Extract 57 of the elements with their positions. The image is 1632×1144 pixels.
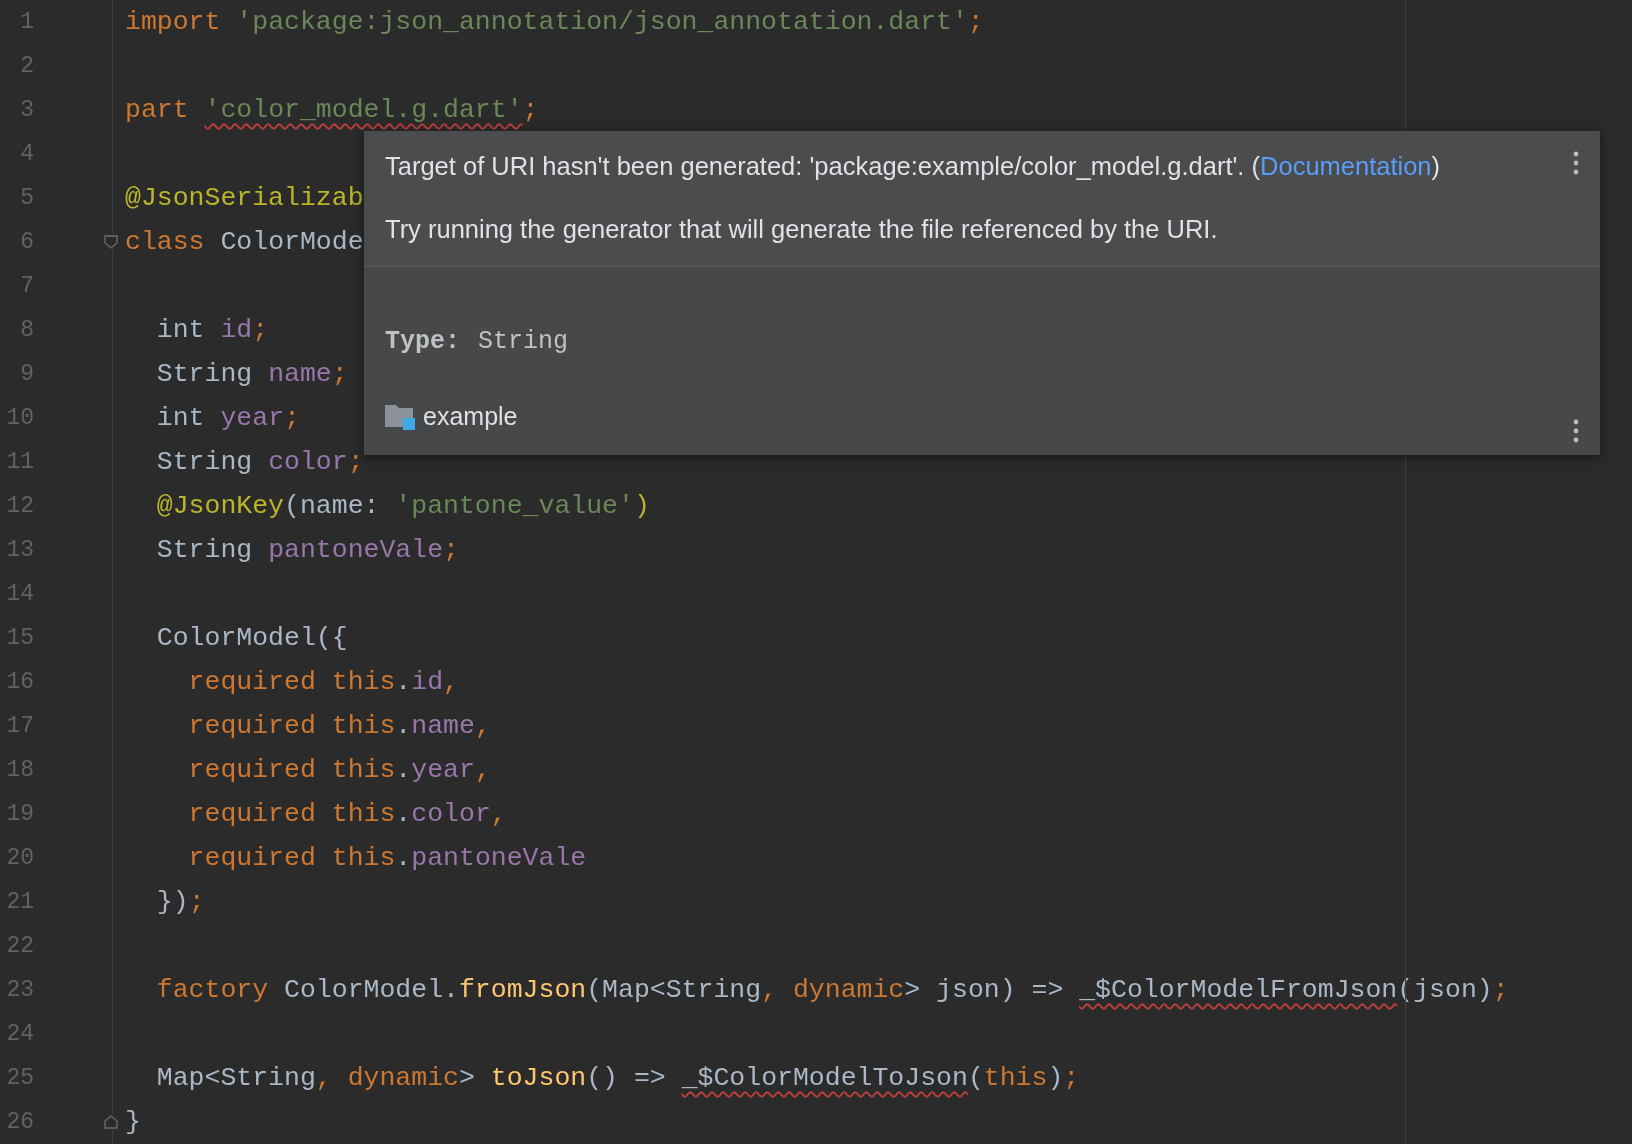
code-line: part 'color_model.g.dart'; [125, 95, 539, 125]
line-number: 23 [5, 977, 34, 1003]
line-number: 14 [5, 581, 34, 607]
code-line: factory ColorModel.fromJson(Map<String, dynamic> json) => _$ColorModelFromJson(json); [155, 975, 1509, 1005]
line-number: 1 [19, 9, 34, 35]
code-line: String name; [155, 359, 348, 389]
line-number: 8 [19, 317, 34, 343]
code-line: int id; [155, 315, 269, 345]
code-line: int year; [155, 403, 300, 433]
line-number: 22 [5, 933, 34, 959]
line-number: 3 [19, 97, 34, 123]
error-message: Target of URI hasn't been generated: 'package:example/color_model.g.dart'. (Documentation) [385, 152, 1441, 181]
line-number: 13 [5, 537, 34, 563]
code-line: }); [155, 887, 205, 917]
code-line: @JsonKey(name: 'pantone_value') [155, 491, 650, 521]
package-name: example [423, 402, 518, 431]
code-line: String pantoneVale; [155, 535, 459, 565]
line-number: 4 [19, 141, 34, 167]
line-number: 17 [5, 713, 34, 739]
type-label: Type: [385, 327, 460, 356]
line-number: 11 [5, 449, 34, 475]
line-number: 18 [5, 757, 34, 783]
code-line: } [125, 1107, 141, 1137]
line-number: 24 [5, 1021, 34, 1047]
more-icon[interactable] [1573, 419, 1579, 443]
code-line: required this.name, [187, 711, 491, 741]
hint-text: Try running the generator that will generate the file referenced by the URI. [385, 215, 1218, 244]
line-number: 25 [5, 1065, 34, 1091]
line-number: 10 [5, 405, 34, 431]
line-number: 9 [19, 361, 34, 387]
line-number: 16 [5, 669, 34, 695]
folder-icon [385, 402, 415, 431]
line-number: 12 [5, 493, 34, 519]
fold-marker-icon[interactable] [103, 1114, 119, 1130]
more-icon[interactable] [1573, 151, 1579, 175]
line-number: 6 [19, 229, 34, 255]
fold-marker-icon[interactable] [103, 234, 119, 250]
code-line: import 'package:json_annotation/json_annotation.dart'; [125, 7, 984, 37]
code-line: required this.id, [187, 667, 459, 697]
documentation-link[interactable]: Documentation [1260, 152, 1432, 180]
code-line: String color; [155, 447, 364, 477]
line-number: 20 [5, 845, 34, 871]
code-line: required this.year, [187, 755, 491, 785]
code-line: required this.pantoneVale [187, 843, 587, 873]
line-number: 2 [19, 53, 34, 79]
code-line: Map<String, dynamic> toJson() => _$ColorModelToJson(this); [155, 1063, 1080, 1093]
code-line: @JsonSerializab [125, 183, 364, 213]
line-number: 26 [5, 1109, 34, 1135]
line-number: 15 [5, 625, 34, 651]
line-number: 21 [5, 889, 34, 915]
line-number: 7 [19, 273, 34, 299]
code-line: class ColorMode [125, 227, 364, 257]
code-line: required this.color, [187, 799, 507, 829]
line-number: 5 [19, 185, 34, 211]
type-value: String [478, 327, 569, 356]
code-line: ColorModel({ [155, 623, 348, 653]
line-number: 19 [5, 801, 34, 827]
